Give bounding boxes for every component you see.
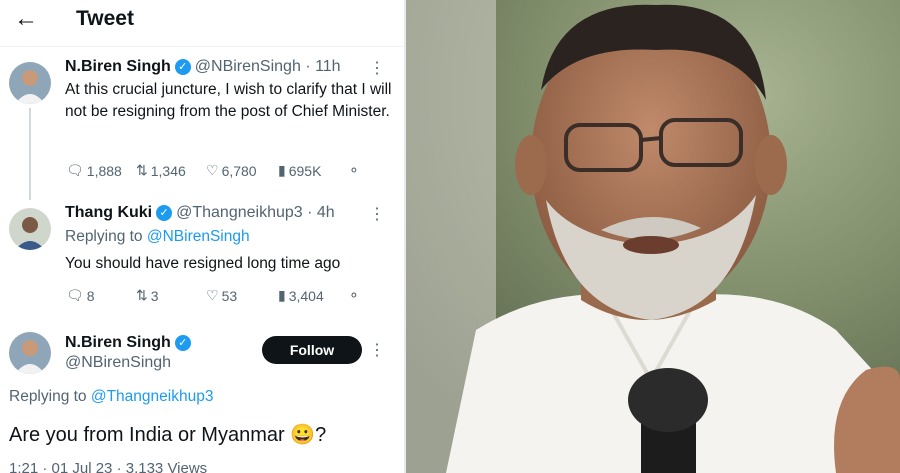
author-handle[interactable]: @NBirenSingh · 11h: [195, 58, 341, 75]
heart-icon: ♡: [206, 162, 219, 178]
views-button[interactable]: ▮ 3,404: [278, 287, 348, 304]
more-dots-icon[interactable]: ⋮: [369, 204, 385, 224]
share-button[interactable]: ⚬: [348, 162, 363, 179]
author-name[interactable]: N.Biren Singh: [65, 334, 171, 351]
verified-badge-icon: ✓: [174, 58, 191, 75]
tweet-header: N.Biren Singh ✓ @NBirenSingh · 11h: [65, 58, 341, 76]
views-icon: ▮: [278, 162, 286, 178]
reply-button[interactable]: 🗨 1,888: [66, 162, 136, 179]
author-handle[interactable]: @Thangneikhup3 · 4h: [176, 204, 335, 221]
heart-icon: ♡: [206, 287, 219, 303]
speaker-photo: [406, 0, 900, 473]
tweet-panel: ← Tweet N.Biren Singh ✓ @NBirenSingh · 11h…: [0, 0, 404, 473]
tweet-timestamp: 1:21 · 01 Jul 23 · 3,133 Views: [9, 460, 208, 473]
tweet-text: You should have resigned long time ago: [65, 255, 341, 272]
reply-button[interactable]: 🗨 8: [66, 287, 136, 304]
tweet-header: Thang Kuki ✓ @Thangneikhup3 · 4h: [65, 204, 335, 222]
more-dots-icon[interactable]: ⋮: [369, 58, 385, 78]
tweet-actions: 🗨 8 ⇅ 3 ♡ 53 ▮ 3,404 ⚬: [66, 287, 363, 304]
replying-to: Replying to @NBirenSingh: [65, 228, 250, 245]
share-icon: ⚬: [348, 287, 360, 303]
page-title: Tweet: [76, 7, 134, 30]
arrow-left-icon[interactable]: ←: [14, 7, 40, 31]
replying-to: Replying to @Thangneikhup3: [9, 388, 214, 405]
author-name[interactable]: Thang Kuki: [65, 204, 152, 221]
share-button[interactable]: ⚬: [348, 287, 363, 304]
avatar[interactable]: [9, 332, 51, 374]
avatar[interactable]: [9, 62, 51, 104]
views-icon: ▮: [278, 287, 286, 303]
header-divider: [0, 46, 404, 47]
retweet-icon: ⇅: [136, 287, 148, 303]
like-button[interactable]: ♡ 53: [206, 287, 278, 304]
verified-badge-icon: ✓: [174, 334, 191, 351]
views-button[interactable]: ▮ 695K: [278, 162, 348, 179]
mention-link[interactable]: @NBirenSingh: [147, 228, 250, 245]
man-with-microphone-image: [406, 0, 900, 473]
tweet-text: Are you from India or Myanmar 😀?: [9, 424, 327, 446]
author-name[interactable]: N.Biren Singh: [65, 58, 171, 75]
tweet-text: At this crucial juncture, I wish to clar…: [65, 81, 392, 120]
tweet-header: N.Biren Singh ✓: [65, 334, 195, 352]
more-dots-icon[interactable]: ⋮: [369, 340, 385, 360]
thread-line: [29, 108, 31, 200]
follow-button[interactable]: Follow: [262, 336, 362, 364]
reply-icon: 🗨: [66, 287, 84, 303]
retweet-button[interactable]: ⇅ 3: [136, 287, 206, 304]
top-bar: ← Tweet: [0, 0, 404, 38]
verified-badge-icon: ✓: [156, 204, 173, 221]
tweet-actions: 🗨 1,888 ⇅ 1,346 ♡ 6,780 ▮ 695K ⚬: [66, 162, 363, 179]
mention-link[interactable]: @Thangneikhup3: [91, 388, 214, 405]
share-icon: ⚬: [348, 162, 360, 178]
author-handle[interactable]: @NBirenSingh: [65, 354, 171, 372]
like-button[interactable]: ♡ 6,780: [206, 162, 278, 179]
retweet-button[interactable]: ⇅ 1,346: [136, 162, 206, 179]
reply-icon: 🗨: [66, 162, 84, 178]
avatar[interactable]: [9, 208, 51, 250]
retweet-icon: ⇅: [136, 162, 148, 178]
